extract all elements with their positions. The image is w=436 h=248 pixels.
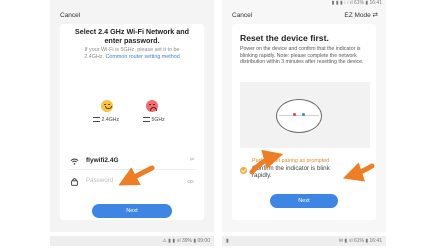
band-2-4ghz-label: 2.4GHz <box>101 117 120 123</box>
page-title: Select 2.4 GHz Wi-Fi Network and enter p… <box>74 27 190 45</box>
reset-instructions: Power on the device and confirm that the… <box>240 46 364 65</box>
next-button[interactable]: Next <box>92 204 172 218</box>
next-screen-status-bar: ▮ ✉ ▮ ⁝ıl 61% ▮ 16:41 <box>222 236 386 246</box>
pairing-prompt-link[interactable]: Perform net pairing as prompted <box>252 158 329 164</box>
reset-device-screen: ▮ ▮ ▮ ⁝ ⁝ ıl 61% ▮ 16:41 Cancel EZ Mode … <box>222 0 386 232</box>
reset-card: Reset the device first. Power on the dev… <box>232 24 376 220</box>
wifi-hint: If your Wi-Fi is 5GHz, please set it to … <box>74 47 190 61</box>
ez-mode-toggle[interactable]: EZ Mode ⇄ <box>344 9 378 23</box>
status-text: ✉ ▮ ⁝ıl 61% ▮ 16:41 <box>338 238 382 244</box>
router-icon <box>143 117 150 123</box>
next-screen-status-bar: ⚠ ▮ ▮ ⁝ıl 39% ▮ 09:00 <box>50 236 214 246</box>
device-icon <box>276 99 322 133</box>
wifi-card: Select 2.4 GHz Wi-Fi Network and enter p… <box>60 24 204 220</box>
band-5ghz-label: 5GHz <box>151 117 165 123</box>
lock-icon <box>71 178 78 186</box>
cancel-button[interactable]: Cancel <box>232 9 252 23</box>
password-row <box>68 175 196 189</box>
wifi-network-row[interactable]: flywifi2.4G ⇄ <box>68 155 196 170</box>
eye-icon[interactable] <box>187 179 194 184</box>
status-bar: ▮ ▮ ▮ ⁝ ⁝ ıl 61% ▮ 16:41 <box>331 0 382 6</box>
device-illustration <box>240 82 370 148</box>
happy-face-icon <box>101 100 113 112</box>
status-text: ⚠ ▮ ▮ ⁝ıl 39% ▮ 09:00 <box>162 238 210 244</box>
top-bar: Cancel <box>50 9 214 23</box>
top-bar: Cancel EZ Mode ⇄ <box>222 9 386 23</box>
switch-network-icon[interactable]: ⇄ <box>190 157 194 163</box>
red-indicator-icon <box>293 113 296 116</box>
router-setting-link[interactable]: Common router setting method <box>105 54 179 60</box>
confirm-label: Confirm the indicator is blink rapidly. <box>252 165 330 179</box>
band-5ghz: 5GHz <box>143 117 165 123</box>
notification-icon: ▮ <box>226 238 229 244</box>
wifi-name: flywifi2.4G <box>86 157 119 164</box>
router-icon <box>93 117 100 123</box>
blue-indicator-icon <box>302 113 305 116</box>
next-button[interactable]: Next <box>270 194 338 208</box>
band-2-4ghz: 2.4GHz <box>93 117 119 123</box>
password-input[interactable] <box>86 176 156 184</box>
cancel-button[interactable]: Cancel <box>60 9 80 23</box>
wifi-setup-screen: Cancel Select 2.4 GHz Wi-Fi Network and … <box>50 0 214 232</box>
wifi-icon <box>70 158 79 165</box>
confirm-checkbox[interactable] <box>240 167 247 174</box>
page-title: Reset the device first. <box>240 33 329 43</box>
sad-face-icon <box>146 100 158 112</box>
